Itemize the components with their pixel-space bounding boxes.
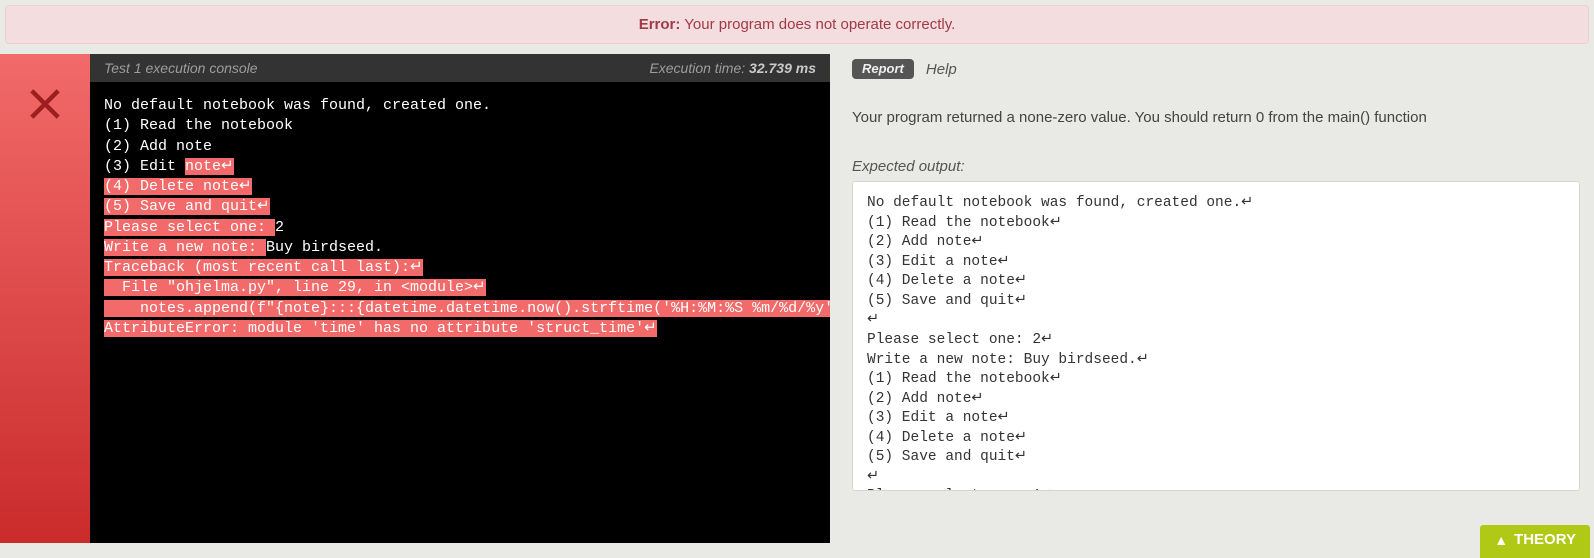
expected-line: (5) Save and quit↵ xyxy=(867,448,1565,468)
arrow-up-icon: ▲ xyxy=(1494,532,1508,548)
console-header: Test 1 execution console Execution time:… xyxy=(90,54,830,82)
console-line: Write a new note: Buy birdseed. xyxy=(104,238,816,258)
expected-line: (1) Read the notebook↵ xyxy=(867,214,1565,234)
console-output[interactable]: No default notebook was found, created o… xyxy=(90,82,830,543)
console-segment: (4) Delete note↵ xyxy=(104,178,252,195)
console-line: (1) Read the notebook xyxy=(104,116,816,136)
expected-line: (1) Read the notebook↵ xyxy=(867,370,1565,390)
console-segment: No default notebook was found, created o… xyxy=(104,97,491,114)
console-segment: (5) Save and quit↵ xyxy=(104,198,270,215)
expected-line: (3) Edit a note↵ xyxy=(867,409,1565,429)
console-segment: Write a new note: xyxy=(104,239,266,256)
help-link[interactable]: Help xyxy=(926,61,957,78)
expected-output-label: Expected output: xyxy=(852,158,1580,181)
expected-line: (3) Edit a note↵ xyxy=(867,253,1565,273)
console-segment: (3) Edit xyxy=(104,158,185,175)
expected-line: (4) Delete a note↵ xyxy=(867,429,1565,449)
expected-line: (5) Save and quit↵ xyxy=(867,292,1565,312)
console-segment: Buy birdseed. xyxy=(266,239,383,256)
console-line: Traceback (most recent call last):↵ xyxy=(104,258,816,278)
expected-line: No default notebook was found, created o… xyxy=(867,194,1565,214)
console-line: No default notebook was found, created o… xyxy=(104,96,816,116)
console-segment: 2 xyxy=(275,219,284,236)
theory-button[interactable]: ▲ THEORY xyxy=(1480,525,1590,558)
theory-button-label: THEORY xyxy=(1514,531,1576,548)
result-header: Report Help xyxy=(852,54,1580,89)
console-title: Test 1 execution console xyxy=(104,60,258,76)
console-line: (2) Add note xyxy=(104,137,816,157)
expected-line: Please select one: 1↵ xyxy=(867,487,1565,491)
console-segment: note↵ xyxy=(185,158,234,175)
error-banner: Error: Your program does not operate cor… xyxy=(5,5,1589,44)
result-panel: Report Help Your program returned a none… xyxy=(830,54,1594,543)
console-line: Please select one: 2 xyxy=(104,218,816,238)
explanation-text: Your program returned a none-zero value.… xyxy=(852,89,1580,158)
report-button[interactable]: Report xyxy=(852,59,914,79)
execution-time: Execution time: 32.739 ms xyxy=(649,60,816,76)
expected-line: (2) Add note↵ xyxy=(867,233,1565,253)
console-segment: AttributeError: module 'time' has no att… xyxy=(104,320,657,337)
console-segment: notes.append(f"{note}:::{datetime.dateti… xyxy=(104,300,830,317)
console-segment: Traceback (most recent call last):↵ xyxy=(104,259,423,276)
fail-x-icon xyxy=(23,82,67,543)
expected-line: (2) Add note↵ xyxy=(867,390,1565,410)
error-label: Error: xyxy=(639,16,681,33)
console-line: AttributeError: module 'time' has no att… xyxy=(104,319,816,339)
expected-output-box[interactable]: No default notebook was found, created o… xyxy=(852,181,1580,491)
console-line: notes.append(f"{note}:::{datetime.dateti… xyxy=(104,299,816,319)
execution-time-value: 32.739 ms xyxy=(749,60,816,76)
console-line: File "ohjelma.py", line 29, in <module>↵ xyxy=(104,278,816,298)
content-area: Test 1 execution console Execution time:… xyxy=(0,54,1594,543)
expected-line: Write a new note: Buy birdseed.↵ xyxy=(867,351,1565,371)
error-message: Your program does not operate correctly. xyxy=(680,16,955,33)
console-segment: File "ohjelma.py", line 29, in <module>↵ xyxy=(104,279,486,296)
panel-row: Test 1 execution console Execution time:… xyxy=(90,54,1594,543)
console-line: (5) Save and quit↵ xyxy=(104,197,816,217)
console-line: (3) Edit note↵ xyxy=(104,157,816,177)
console-line: (4) Delete note↵ xyxy=(104,177,816,197)
expected-line: Please select one: 2↵ xyxy=(867,331,1565,351)
console-segment: Please select one: xyxy=(104,219,275,236)
execution-time-label: Execution time: xyxy=(649,60,749,76)
console-segment: (1) Read the notebook xyxy=(104,117,293,134)
console-segment: (2) Add note xyxy=(104,138,212,155)
status-rail xyxy=(0,54,90,543)
console-panel: Test 1 execution console Execution time:… xyxy=(90,54,830,543)
expected-line: ↵ xyxy=(867,311,1565,331)
expected-line: (4) Delete a note↵ xyxy=(867,272,1565,292)
expected-line: ↵ xyxy=(867,468,1565,488)
